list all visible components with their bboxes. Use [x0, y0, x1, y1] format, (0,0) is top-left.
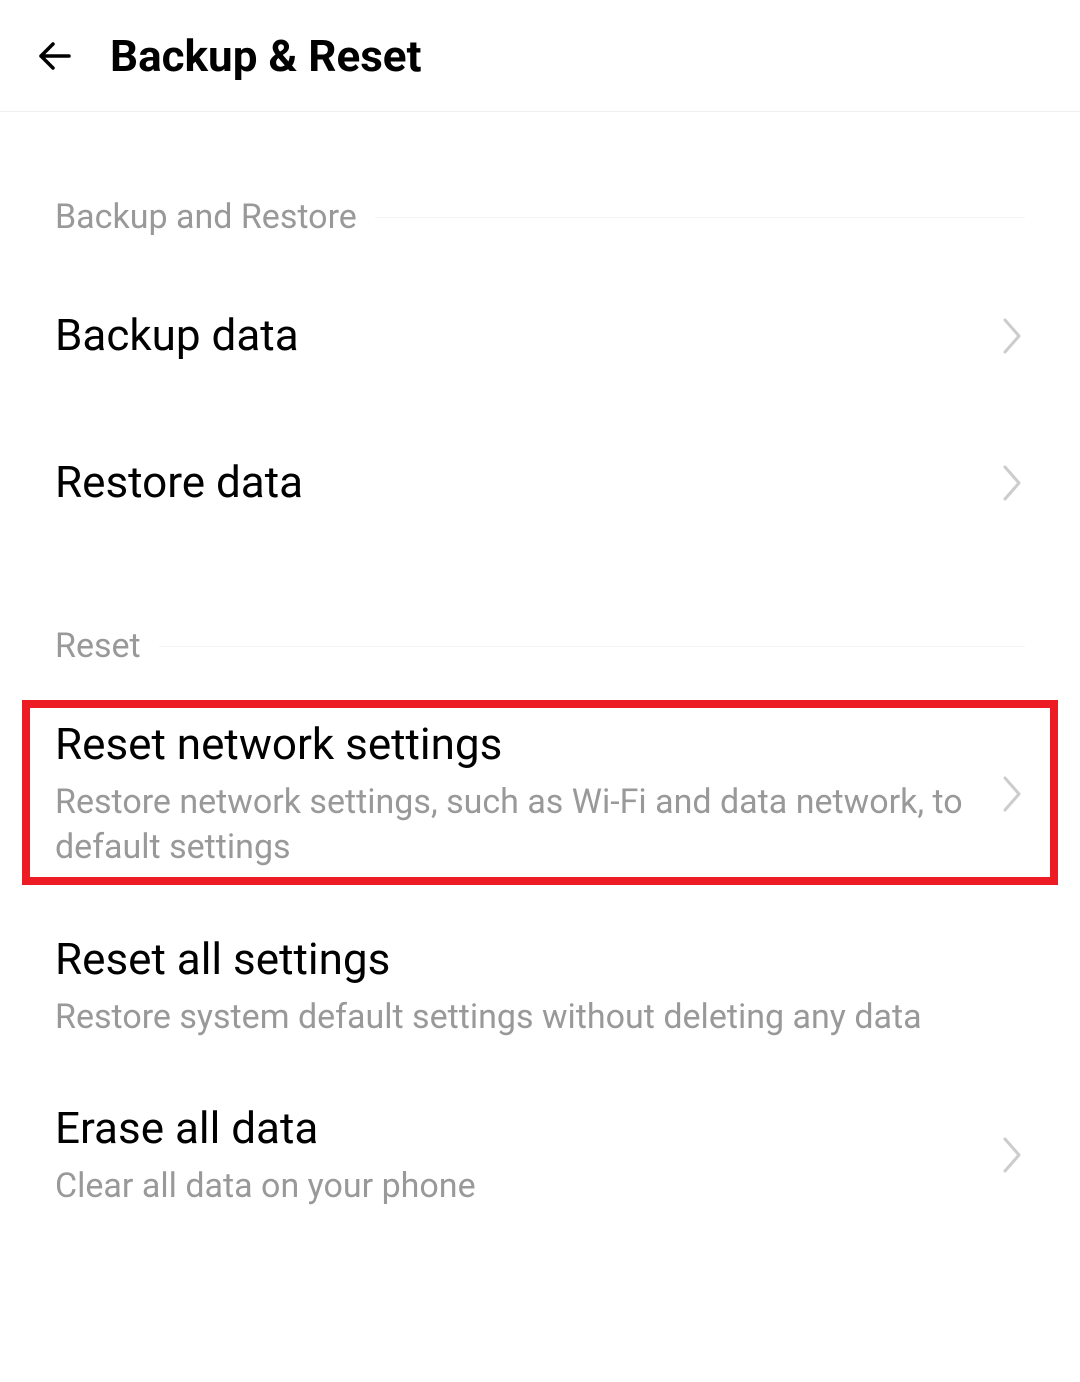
chevron-right-icon [1001, 316, 1025, 356]
erase-all-data-item[interactable]: Erase all data Clear all data on your ph… [0, 1070, 1080, 1239]
reset-all-title: Reset all settings [55, 931, 1025, 988]
header: Backup & Reset [0, 0, 1080, 112]
section-divider [159, 646, 1025, 647]
restore-data-title: Restore data [55, 454, 989, 511]
erase-all-subtitle: Clear all data on your phone [55, 1164, 989, 1210]
chevron-right-icon [1001, 1135, 1025, 1175]
list-item-content: Erase all data Clear all data on your ph… [55, 1100, 989, 1209]
list-item-content: Restore data [55, 454, 989, 511]
list-item-content: Backup data [55, 307, 989, 364]
chevron-right-icon [1001, 463, 1025, 503]
page-title: Backup & Reset [110, 30, 421, 82]
list-item-content: Reset network settings Restore network s… [55, 716, 989, 871]
backup-data-item[interactable]: Backup data [0, 277, 1080, 394]
section-divider [375, 217, 1025, 218]
backup-data-title: Backup data [55, 307, 989, 364]
chevron-right-icon [1001, 774, 1025, 814]
section-header-reset: Reset [0, 626, 1080, 666]
section-title-reset: Reset [55, 626, 141, 666]
content: Backup and Restore Backup data Restore d… [0, 197, 1080, 1240]
reset-network-title: Reset network settings [55, 716, 989, 773]
list-item-content: Reset all settings Restore system defaul… [55, 931, 1025, 1040]
reset-all-subtitle: Restore system default settings without … [55, 995, 1025, 1041]
restore-data-item[interactable]: Restore data [0, 424, 1080, 541]
section-title-backup: Backup and Restore [55, 197, 357, 237]
reset-network-settings-item[interactable]: Reset network settings Restore network s… [0, 686, 1080, 901]
section-header-backup: Backup and Restore [0, 197, 1080, 237]
reset-all-settings-item[interactable]: Reset all settings Restore system defaul… [0, 901, 1080, 1070]
arrow-left-icon [31, 32, 79, 80]
erase-all-title: Erase all data [55, 1100, 989, 1157]
reset-network-subtitle: Restore network settings, such as Wi-Fi … [55, 780, 989, 872]
back-button[interactable] [30, 31, 80, 81]
